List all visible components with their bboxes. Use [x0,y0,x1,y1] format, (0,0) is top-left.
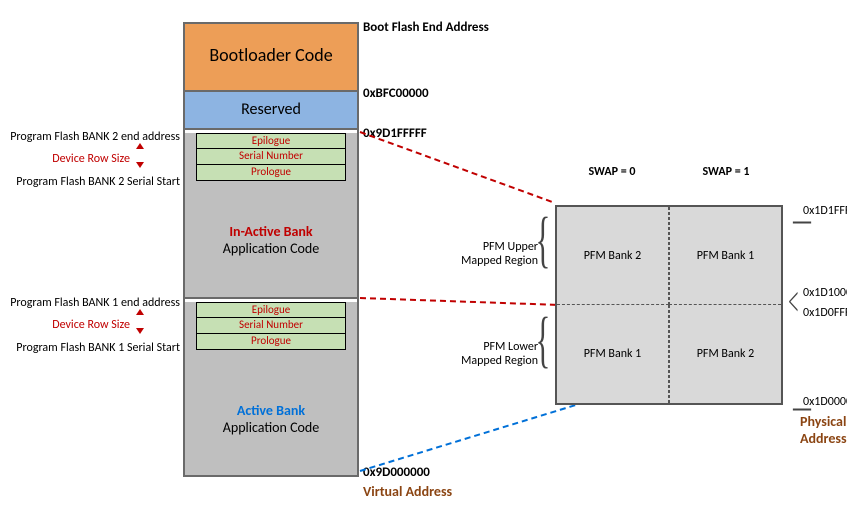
virtual-address-label: Virtual Address [363,483,452,500]
phys-addr-1d1fffff: 0x1D1FFFFF [803,204,847,218]
connector-line-top [360,131,552,203]
arrow-down-icon [136,162,144,168]
quad-upper-swap1: PFM Bank 1 [669,207,781,305]
inactive-prologue-row: Prologue [196,165,346,181]
active-prologue-row: Prologue [196,334,346,350]
phys-addr-1d0fffff: 0x1D0FFFFF [803,306,847,320]
inactive-app-code: Application Code [223,240,320,257]
quad-upper-swap0: PFM Bank 2 [557,207,669,305]
active-bank-region: Epilogue Serial Number Prologue Active B… [185,302,357,475]
swap0-label: SWAP = 0 [555,165,669,179]
inactive-bank-region: Epilogue Serial Number Prologue In-Activ… [185,133,357,299]
pfm-upper-label: PFM Upper Mapped Region [448,240,538,268]
active-epilogue-row: Epilogue [196,302,346,318]
row-size-label-1: Device Row Size [0,152,130,166]
arrow-up-icon-2 [136,309,144,315]
bootloader-region: Bootloader Code [185,24,357,92]
phys-brace-2: < [788,286,798,318]
arrow-down-icon-2 [136,328,144,334]
quad-lower-swap0: PFM Bank 1 [557,305,669,403]
swap0-brace: ⏟ [560,198,623,205]
addr-bfc00000: 0xBFC00000 [363,86,429,101]
pfm-lower-label: PFM Lower Mapped Region [448,340,538,368]
quad-lower-swap1: PFM Bank 2 [669,305,781,403]
connector-line-bottom [360,404,576,472]
memory-map-column: Bootloader Code Reserved Epilogue Serial… [183,22,359,477]
phys-addr-1d000000: 0x1D000000 [803,395,847,409]
physical-address-label: Physical Address [800,413,847,447]
row-size-label-2: Device Row Size [0,318,130,332]
boot-flash-end-label: Boot Flash End Address [363,20,489,35]
inactive-epilogue-row: Epilogue [196,133,346,149]
connector-line-mid [360,297,556,306]
inactive-title: In-Active Bank [229,223,312,240]
active-serial-row: Serial Number [196,318,346,334]
active-bank-label: Active Bank Application Code [185,402,357,436]
swap1-label: SWAP = 1 [669,165,783,179]
swap1-brace: ⏟ [675,198,738,205]
reserved-region: Reserved [185,92,357,130]
inactive-bank-label: In-Active Bank Application Code [185,223,357,257]
addr-9d1fffff: 0x9D1FFFFF [363,126,427,141]
pfm-quadrant-table: PFM Bank 2 PFM Bank 1 PFM Bank 1 PFM Ban… [555,205,783,405]
bank2-end-address-label: Program Flash BANK 2 end address [0,130,180,144]
active-app-code: Application Code [223,419,320,436]
active-title: Active Bank [237,402,305,419]
bank1-end-address-label: Program Flash BANK 1 end address [0,296,180,310]
phys-addr-1d100000: 0x1D100000 [803,286,847,300]
bank1-serial-start-label: Program Flash BANK 1 Serial Start [0,341,180,355]
bank2-serial-start-label: Program Flash BANK 2 Serial Start [0,175,180,189]
inactive-serial-row: Serial Number [196,149,346,165]
arrow-up-icon [136,143,144,149]
